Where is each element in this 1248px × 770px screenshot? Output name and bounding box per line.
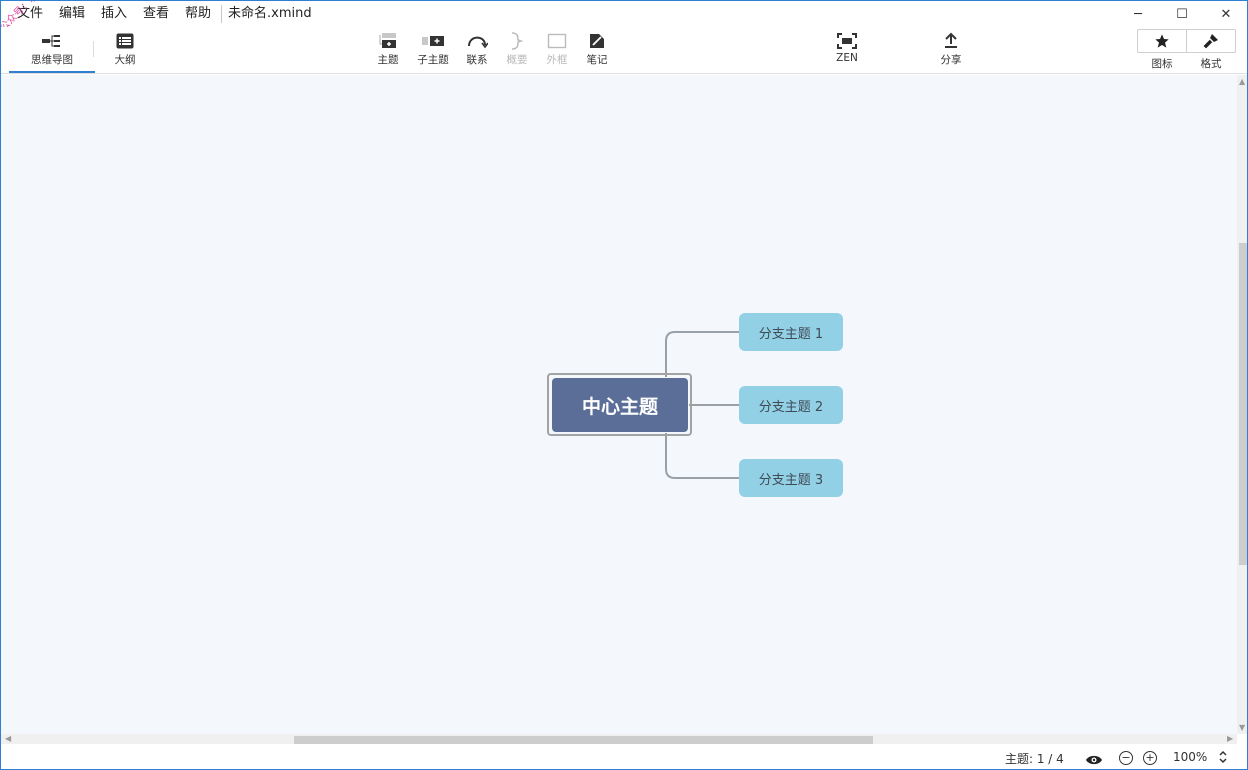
summary-label: 概要	[506, 54, 528, 66]
zoom-in-icon[interactable]: +	[1143, 751, 1157, 765]
subtopic-label: 子主题	[417, 54, 449, 66]
note-icon	[585, 31, 609, 51]
topic-button[interactable]: 主题	[365, 31, 411, 71]
note-button[interactable]: 笔记	[574, 31, 620, 71]
minimize-button[interactable]: ─	[1115, 1, 1161, 27]
close-button[interactable]: ✕	[1203, 1, 1247, 27]
panel-toggle-divider	[1186, 29, 1187, 53]
menu-help[interactable]: 帮助	[185, 5, 211, 23]
share-icon	[939, 31, 963, 51]
close-icon: ✕	[1220, 6, 1232, 22]
document-title: 未命名.xmind	[221, 5, 312, 23]
toolbar-divider	[93, 41, 94, 57]
branch-topic-1[interactable]: 分支主题 1	[739, 313, 843, 351]
mindmap-icon	[40, 31, 64, 51]
scroll-right-icon[interactable]: ▶	[1227, 734, 1233, 743]
tab-outline-label: 大纲	[114, 54, 136, 66]
central-topic[interactable]: 中心主题	[552, 378, 688, 432]
zen-label: ZEN	[836, 52, 858, 64]
topic-count: 主题: 1 / 4	[1005, 752, 1064, 766]
vertical-scroll-thumb[interactable]	[1239, 243, 1247, 565]
maximize-button[interactable]: ☐	[1159, 1, 1205, 27]
active-tab-indicator	[9, 71, 95, 73]
menu-bar: 文件 编辑 插入 查看 帮助 未命名.xmind ─ ☐ ✕	[1, 1, 1247, 27]
zoom-stepper-icon[interactable]	[1218, 749, 1228, 769]
topic-icon	[376, 31, 400, 51]
brush-icon	[1199, 31, 1223, 51]
boundary-icon	[545, 31, 569, 51]
app-window: 文件 编辑 插入 查看 帮助 未命名.xmind ─ ☐ ✕ 公众号：软件小屋 …	[0, 0, 1248, 770]
relationship-label: 联系	[466, 54, 488, 66]
tab-mindmap[interactable]: 思维导图	[29, 31, 75, 71]
topic-label: 主题	[377, 54, 399, 66]
note-label: 笔记	[586, 54, 608, 66]
icon-panel-button[interactable]: 图标	[1139, 31, 1185, 71]
boundary-label: 外框	[546, 54, 568, 66]
horizontal-scroll-thumb[interactable]	[294, 736, 873, 744]
eye-icon[interactable]	[1085, 751, 1103, 769]
menu-insert[interactable]: 插入	[101, 5, 127, 23]
scroll-up-icon[interactable]: ▲	[1239, 77, 1245, 86]
branch-topic-3[interactable]: 分支主题 3	[739, 459, 843, 497]
relationship-icon	[465, 31, 489, 51]
icon-panel-label: 图标	[1151, 58, 1173, 70]
summary-icon	[505, 31, 529, 51]
share-button[interactable]: 分享	[928, 31, 974, 71]
share-label: 分享	[940, 54, 962, 66]
outline-icon	[113, 31, 137, 51]
zen-icon	[835, 31, 859, 51]
scroll-left-icon[interactable]: ◀	[5, 734, 11, 743]
maximize-icon: ☐	[1176, 6, 1188, 22]
toolbar	[1, 27, 1247, 74]
subtopic-button[interactable]: 子主题	[410, 31, 456, 71]
star-icon	[1150, 31, 1174, 51]
subtopic-icon	[421, 31, 445, 51]
minimize-icon: ─	[1134, 6, 1142, 22]
zen-button[interactable]: ZEN	[824, 31, 870, 71]
status-bar: 主题: 1 / 4 − + 100%	[1, 744, 1247, 769]
menu-edit[interactable]: 编辑	[59, 5, 85, 23]
scroll-down-icon[interactable]: ▼	[1239, 723, 1245, 732]
menu-view[interactable]: 查看	[143, 5, 169, 23]
branch-topic-2[interactable]: 分支主题 2	[739, 386, 843, 424]
zoom-level[interactable]: 100%	[1173, 750, 1207, 764]
zoom-out-icon[interactable]: −	[1119, 751, 1133, 765]
format-panel-button[interactable]: 格式	[1188, 31, 1234, 71]
tab-mindmap-label: 思维导图	[31, 54, 73, 66]
tab-outline[interactable]: 大纲	[102, 31, 148, 71]
format-panel-label: 格式	[1200, 58, 1222, 70]
